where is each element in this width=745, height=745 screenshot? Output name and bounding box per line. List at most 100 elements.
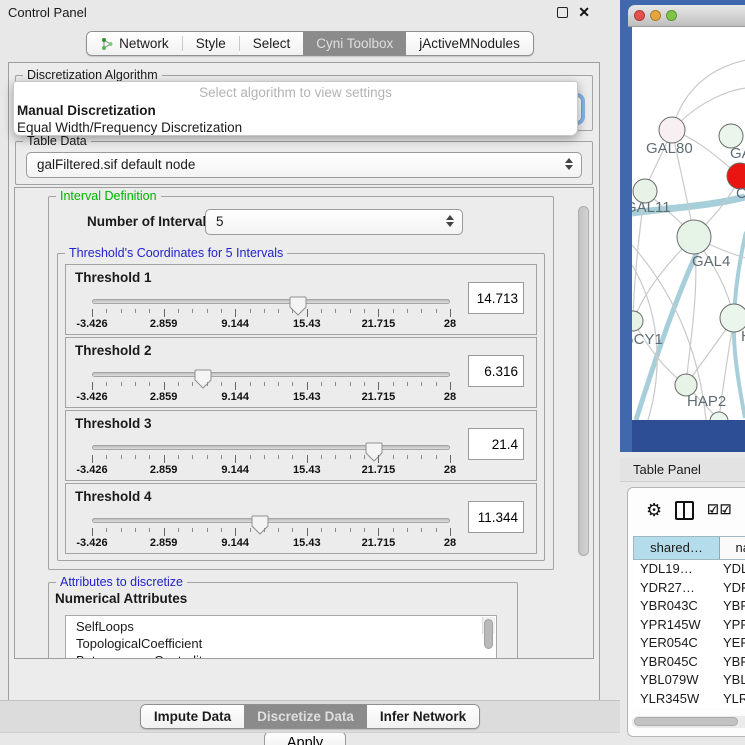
- tab-label: Infer Network: [380, 709, 466, 724]
- tab-select[interactable]: Select: [240, 32, 304, 55]
- network-view-window: GAL80GACGAL11GAL4GCY1HHAP2: [620, 0, 745, 452]
- algorithm-option-manual[interactable]: Manual Discretization: [14, 102, 577, 119]
- slider-track[interactable]: [92, 372, 450, 377]
- node-label: GAL80: [646, 140, 693, 157]
- node-label: C: [736, 185, 745, 202]
- threshold-slider[interactable]: -3.4262.8599.14415.4321.71528: [92, 441, 450, 477]
- tick-label: 9.144: [221, 464, 249, 476]
- threshold-value-field[interactable]: [468, 428, 524, 460]
- number-of-intervals-label: Number of Intervals: [87, 214, 214, 229]
- select-columns-icon[interactable]: ☑☑: [707, 502, 732, 518]
- table-toolbar: ⚙ ☑☑: [628, 488, 745, 532]
- tab-network[interactable]: Network: [87, 32, 182, 55]
- network-frame-bottom: [632, 420, 745, 452]
- cell-shared-name: YPR145W: [633, 616, 719, 635]
- scrollbar-thumb[interactable]: [634, 717, 738, 726]
- tick-label: 21.715: [362, 464, 396, 476]
- combo-stepper-icon: [446, 215, 454, 227]
- apply-button[interactable]: Apply: [264, 731, 346, 745]
- table-panel-titlebar: Table Panel: [620, 458, 745, 482]
- slider-track[interactable]: [92, 445, 450, 450]
- attribute-list-item[interactable]: BetweennessCentrality: [76, 652, 496, 659]
- column-header-name[interactable]: na: [720, 537, 745, 559]
- tab-jactivemnodules[interactable]: jActiveMNodules: [406, 32, 533, 55]
- group-title: Table Data: [23, 134, 91, 148]
- tab-discretize-data[interactable]: Discretize Data: [244, 705, 367, 728]
- slider-track[interactable]: [92, 299, 450, 304]
- network-icon: [100, 37, 114, 51]
- network-node[interactable]: [632, 311, 643, 331]
- group-title: Discretization Algorithm: [23, 68, 162, 82]
- top-tabbar: Network Style Select Cyni Toolbox jActiv…: [0, 31, 620, 56]
- table-row[interactable]: YDL19…YDL1: [633, 560, 745, 579]
- tab-infer-network[interactable]: Infer Network: [367, 705, 479, 728]
- cell-name: YBR0: [719, 653, 745, 672]
- tick-label: -3.426: [76, 537, 107, 549]
- table-data-combobox[interactable]: galFiltered.sif default node: [26, 152, 582, 178]
- cyni-content-panel: Discretization Algorithm Table Data galF…: [8, 62, 600, 702]
- split-columns-icon[interactable]: [675, 501, 694, 520]
- threshold-4-panel: Threshold 4 -3.4262.8599.14415.4321.7152…: [65, 483, 537, 554]
- slider-ticks: [92, 455, 450, 463]
- table-row[interactable]: YLR345WYLR3: [633, 690, 745, 709]
- tab-cyni-toolbox[interactable]: Cyni Toolbox: [303, 32, 406, 55]
- control-panel-titlebar: Control Panel ✕: [0, 0, 620, 24]
- interval-definition-group: Interval Definition Number of Intervals …: [48, 196, 554, 570]
- node-label: H: [741, 328, 745, 345]
- column-header-shared-name[interactable]: shared…: [634, 537, 720, 559]
- cell-shared-name: YER054C: [633, 634, 719, 653]
- number-of-intervals-combobox[interactable]: 5: [205, 209, 463, 235]
- tab-impute-data[interactable]: Impute Data: [141, 705, 244, 728]
- cell-name: YBL0: [719, 671, 745, 690]
- gear-icon[interactable]: ⚙: [646, 500, 662, 521]
- zoom-traffic-light[interactable]: [666, 10, 677, 21]
- threshold-value-field[interactable]: [468, 501, 524, 533]
- tick-label: 9.144: [221, 318, 249, 330]
- attribute-list-item[interactable]: SelfLoops: [76, 618, 496, 635]
- tab-label: Style: [196, 36, 226, 51]
- node-label: GCY1: [632, 331, 663, 348]
- minimize-traffic-light[interactable]: [650, 10, 661, 21]
- table-row[interactable]: YPR145WYPR1: [633, 616, 745, 635]
- tick-label: 15.43: [293, 537, 321, 549]
- slider-ticks: [92, 382, 450, 390]
- threshold-slider[interactable]: -3.4262.8599.14415.4321.71528: [92, 295, 450, 331]
- list-scrollbar[interactable]: [482, 617, 495, 634]
- tick-label: 2.859: [150, 391, 178, 403]
- table-row[interactable]: YBL079WYBL0: [633, 671, 745, 690]
- tick-label: 28: [444, 464, 456, 476]
- tab-style[interactable]: Style: [183, 32, 239, 55]
- tick-label: 9.144: [221, 391, 249, 403]
- table-row[interactable]: YDR27…YDR2: [633, 579, 745, 598]
- algorithm-option-equal-width[interactable]: Equal Width/Frequency Discretization: [14, 119, 577, 136]
- tab-label: Cyni Toolbox: [316, 36, 393, 51]
- numerical-attributes-label: Numerical Attributes: [55, 591, 187, 606]
- table-horizontal-scrollbar[interactable]: [632, 716, 745, 728]
- table-row[interactable]: YBR045CYBR0: [633, 653, 745, 672]
- cell-name: YDR2: [719, 579, 745, 598]
- attribute-list-item[interactable]: TopologicalCoefficient: [76, 635, 496, 652]
- network-node[interactable]: [677, 220, 711, 254]
- group-title: Interval Definition: [56, 189, 161, 203]
- network-window-titlebar: [628, 5, 745, 27]
- close-icon[interactable]: ✕: [578, 4, 590, 21]
- threshold-value-field[interactable]: [468, 282, 524, 314]
- table-row[interactable]: YER054CYER0: [633, 634, 745, 653]
- threshold-slider[interactable]: -3.4262.8599.14415.4321.71528: [92, 514, 450, 550]
- threshold-1-panel: Threshold 1 -3.4262.8599.14415.4321.7152…: [65, 264, 537, 335]
- combo-value: galFiltered.sif default node: [37, 157, 195, 172]
- threshold-label: Threshold 3: [75, 416, 152, 431]
- slider-track[interactable]: [92, 518, 450, 523]
- table-row[interactable]: YBR043CYBR0: [633, 597, 745, 616]
- tab-label: Impute Data: [154, 709, 231, 724]
- cell-name: YBR0: [719, 597, 745, 616]
- scrollbar-thumb[interactable]: [484, 619, 493, 649]
- threshold-slider[interactable]: -3.4262.8599.14415.4321.71528: [92, 368, 450, 404]
- close-traffic-light[interactable]: [634, 10, 645, 21]
- float-window-icon[interactable]: [557, 7, 568, 18]
- threshold-value-field[interactable]: [468, 355, 524, 387]
- combo-stepper-icon: [565, 158, 573, 170]
- scrollbar-thumb[interactable]: [578, 206, 589, 556]
- network-canvas[interactable]: GAL80GACGAL11GAL4GCY1HHAP2: [632, 27, 745, 420]
- settings-vertical-scrollbar[interactable]: [577, 190, 591, 656]
